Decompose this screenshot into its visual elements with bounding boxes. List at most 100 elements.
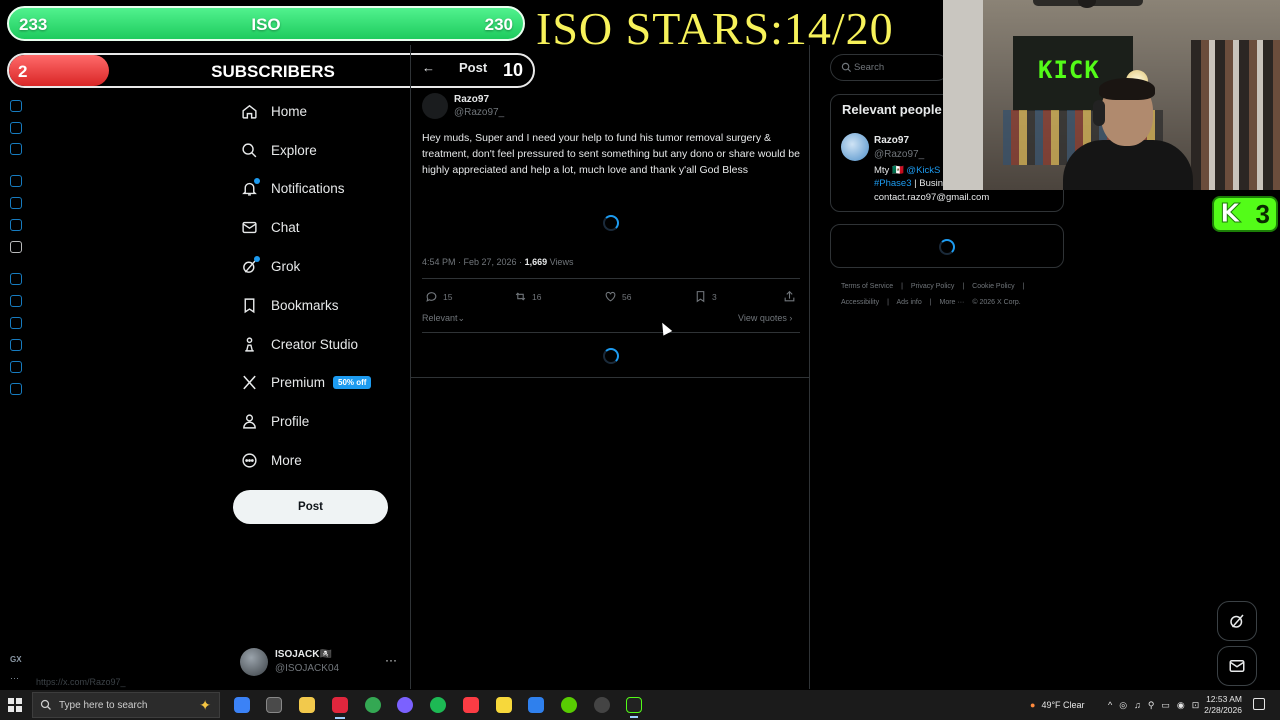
app-icon[interactable] <box>528 697 544 713</box>
nav-bookmarks[interactable]: Bookmarks <box>230 286 405 325</box>
account-name: ISOJACK🏴‍☠️ <box>275 649 332 660</box>
kick-badge: K 3 <box>1212 196 1278 232</box>
search-input[interactable]: Search <box>830 54 950 81</box>
rail-app-icon[interactable] <box>10 219 22 231</box>
grok-icon <box>240 255 260 276</box>
bio-hashtag-link[interactable]: #Phase3 <box>874 178 912 189</box>
cam-window <box>943 0 983 190</box>
taskbar-search-input[interactable]: Type here to search ✦ <box>32 692 220 718</box>
obs-icon[interactable] <box>397 697 413 713</box>
streamer-hair <box>1099 78 1155 100</box>
rail-app-icon[interactable] <box>10 100 22 112</box>
messages-fab-button[interactable] <box>1217 646 1257 686</box>
copilot-icon[interactable] <box>234 697 250 713</box>
grok-fab-button[interactable] <box>1217 601 1257 641</box>
browser-sidebar-rail: GX ··· <box>0 90 32 690</box>
x-logo-icon <box>240 374 258 392</box>
arrow-left-icon[interactable]: ← <box>422 60 435 75</box>
grok-icon <box>1230 614 1244 628</box>
footer-link[interactable]: Accessibility <box>841 299 879 306</box>
notification-center-icon[interactable] <box>1253 698 1265 710</box>
rail-x-icon[interactable] <box>10 241 22 253</box>
reply-button[interactable]: 15 <box>425 290 452 303</box>
rail-settings-icon[interactable] <box>10 383 22 395</box>
terminal-icon[interactable] <box>626 697 642 718</box>
bio-mention-link[interactable]: @KickS <box>906 165 940 176</box>
footer-link[interactable]: Cookie Policy <box>972 283 1014 290</box>
reply-sort-dropdown[interactable]: Relevant⌄ <box>422 313 465 324</box>
nav-grok[interactable]: Grok <box>230 247 405 286</box>
mail-icon <box>1229 660 1245 672</box>
kick-badge-count: 3 <box>1255 198 1270 229</box>
spotify-icon[interactable] <box>430 697 446 713</box>
rail-app-icon[interactable] <box>10 143 22 155</box>
chrome-icon[interactable] <box>365 697 381 713</box>
chevron-right-icon: › <box>789 313 793 323</box>
nav-label: Creator Studio <box>271 336 359 352</box>
duolingo-icon[interactable] <box>561 697 577 713</box>
rail-app-icon[interactable] <box>10 317 22 329</box>
loading-spinner-icon <box>939 239 955 255</box>
more-icon[interactable]: ··· <box>385 653 397 667</box>
store-icon[interactable] <box>266 697 282 713</box>
footer-link[interactable]: Privacy Policy <box>911 283 955 290</box>
system-tray-icons[interactable]: ^◎♫⚲▭◉⊡ <box>1108 690 1206 720</box>
clock-date: 2/28/2026 <box>1204 705 1242 715</box>
nav-creator-studio[interactable]: Creator Studio <box>230 325 405 364</box>
view-quotes-link[interactable]: View quotes › <box>738 313 792 323</box>
footer-link[interactable]: More ··· <box>940 299 965 306</box>
like-button[interactable]: 56 <box>604 290 631 303</box>
music-icon[interactable] <box>463 697 479 713</box>
rail-app-icon[interactable] <box>10 273 22 285</box>
premium-discount-badge: 50% off <box>333 376 372 390</box>
nav-premium[interactable]: Premium 50% off <box>230 364 405 403</box>
rail-app-icon[interactable] <box>10 361 22 373</box>
nav-more[interactable]: More <box>230 441 405 480</box>
weather-text: 49°F Clear <box>1041 700 1085 710</box>
nav-explore[interactable]: Explore <box>230 131 405 170</box>
gx-icon[interactable]: GX <box>10 655 22 664</box>
nav-profile[interactable]: Profile <box>230 402 405 441</box>
like-count: 56 <box>622 291 632 302</box>
compose-post-button[interactable]: Post <box>233 490 388 524</box>
rail-more-icon[interactable]: ··· <box>10 673 19 683</box>
windows-start-icon[interactable] <box>8 698 22 712</box>
file-explorer-icon[interactable] <box>299 697 315 713</box>
bookmark-button[interactable]: 3 <box>694 290 717 303</box>
footer-separator: | <box>929 299 932 306</box>
nav-chat[interactable]: Chat <box>230 208 405 247</box>
footer-link[interactable]: Ads info <box>896 299 921 306</box>
rail-app-icon[interactable] <box>10 197 22 209</box>
relevant-person-name[interactable]: Razo97 <box>874 135 909 146</box>
opera-gx-icon[interactable] <box>332 697 348 719</box>
page-title: Post <box>459 60 488 75</box>
repost-icon <box>515 292 526 301</box>
nav-label: Grok <box>271 259 301 275</box>
rail-app-icon[interactable] <box>10 295 22 307</box>
footer-link[interactable]: Terms of Service <box>841 283 893 290</box>
avatar[interactable] <box>422 93 448 119</box>
account-switcher[interactable]: ISOJACK🏴‍☠️ @ISOJACK04 ··· <box>240 646 405 678</box>
streamer <box>1063 78 1193 190</box>
rail-app-icon[interactable] <box>10 175 22 187</box>
avatar[interactable] <box>841 133 869 161</box>
sticky-notes-icon[interactable] <box>496 697 512 713</box>
repost-count: 16 <box>532 291 542 302</box>
relevant-person-handle[interactable]: @Razo97_ <box>874 149 924 160</box>
relevant-person-email: contact.razo97@gmail.com <box>874 192 990 203</box>
nav-home[interactable]: Home <box>230 92 405 131</box>
share-button[interactable] <box>783 290 801 303</box>
divider <box>411 377 809 378</box>
post-timestamp[interactable]: 4:54 PM · Feb 27, 2026 · <box>422 257 525 267</box>
footer-separator: | <box>901 283 903 290</box>
post-author-name[interactable]: Razo97 <box>454 94 489 105</box>
more-circle-icon <box>240 452 258 470</box>
rail-history-icon[interactable] <box>10 339 22 351</box>
post-author-handle[interactable]: @Razo97_ <box>454 107 504 118</box>
nav-notifications[interactable]: Notifications <box>230 170 405 209</box>
system-clock[interactable]: 12:53 AM 2/28/2026 <box>1200 694 1242 716</box>
app-icon[interactable] <box>594 697 610 713</box>
weather-widget[interactable]: ● 49°F Clear <box>1030 690 1085 720</box>
repost-button[interactable]: 16 <box>514 290 541 303</box>
rail-app-icon[interactable] <box>10 122 22 134</box>
